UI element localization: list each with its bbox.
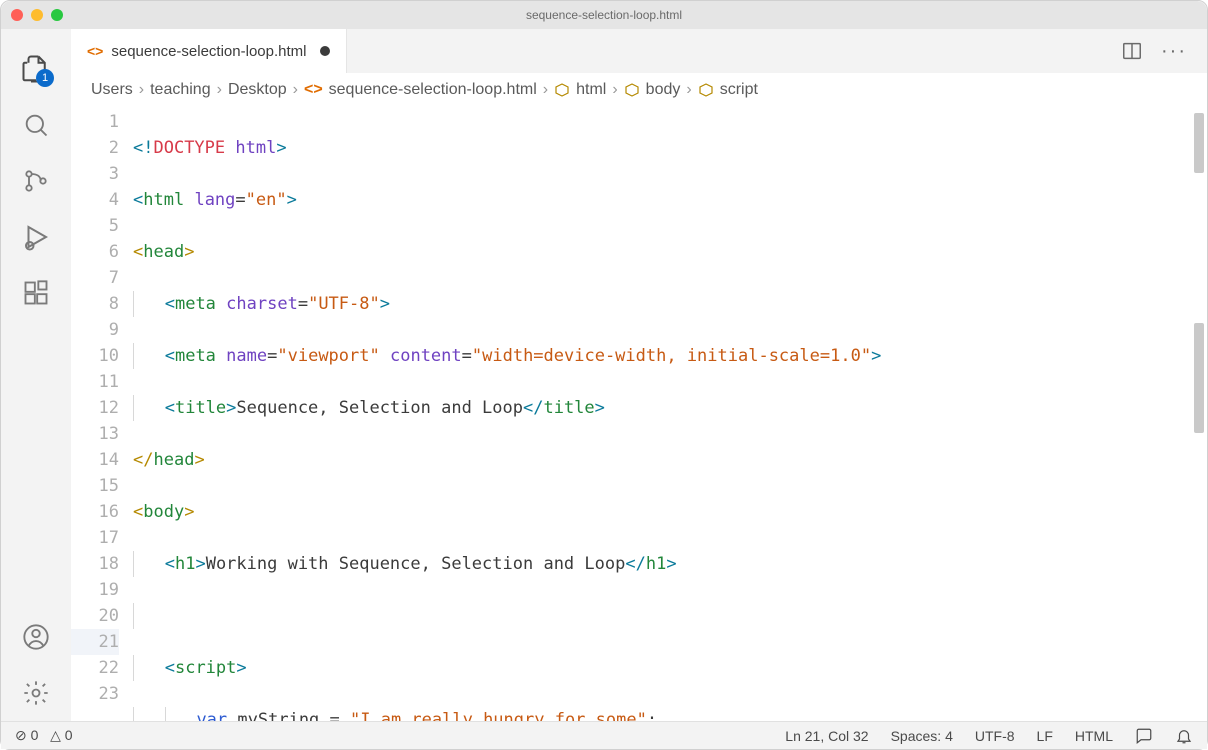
notifications-button[interactable]	[1175, 727, 1193, 745]
language-mode-button[interactable]: HTML	[1075, 728, 1113, 744]
breadcrumb-item[interactable]: Desktop	[228, 81, 287, 99]
breadcrumb-item[interactable]: Users	[91, 81, 133, 99]
chevron-right-icon: ›	[543, 81, 548, 99]
breadcrumbs[interactable]: Users › teaching › Desktop › <> sequence…	[71, 73, 1207, 107]
source-control-button[interactable]	[14, 159, 58, 203]
close-window-button[interactable]	[11, 9, 23, 21]
zoom-window-button[interactable]	[51, 9, 63, 21]
scrollbar-minimap[interactable]	[1191, 107, 1207, 721]
more-actions-button[interactable]: ···	[1161, 40, 1187, 63]
chevron-right-icon: ›	[293, 81, 298, 99]
status-bar: ⊘ 0 △ 0 Ln 21, Col 32 Spaces: 4 UTF-8 LF…	[1, 721, 1207, 749]
eol-button[interactable]: LF	[1037, 728, 1053, 744]
error-icon: ⊘	[15, 727, 27, 743]
editor-group: <> sequence-selection-loop.html ··· User…	[71, 29, 1207, 721]
problems-button[interactable]: ⊘ 0 △ 0	[15, 727, 73, 744]
tab-filename: sequence-selection-loop.html	[111, 43, 306, 60]
run-debug-button[interactable]	[14, 215, 58, 259]
breadcrumb-symbol[interactable]: body	[646, 81, 681, 99]
explorer-button[interactable]: 1	[14, 47, 58, 91]
indentation-button[interactable]: Spaces: 4	[891, 728, 953, 744]
main: 1 <> sequence-selection-loop.html	[1, 29, 1207, 721]
settings-button[interactable]	[14, 671, 58, 715]
split-editor-button[interactable]	[1121, 40, 1143, 62]
breadcrumb-item[interactable]: teaching	[150, 81, 211, 99]
code-area[interactable]: <!DOCTYPE html> <html lang="en"> <head> …	[133, 107, 1191, 721]
tab-bar: <> sequence-selection-loop.html ···	[71, 29, 1207, 73]
symbol-icon	[698, 82, 714, 98]
symbol-icon	[554, 82, 570, 98]
feedback-button[interactable]	[1135, 727, 1153, 745]
extensions-button[interactable]	[14, 271, 58, 315]
line-number-gutter: 1 2 3 4 5 6 7 8 9 10 11 12 13 14 15 16 1…	[71, 107, 133, 721]
encoding-button[interactable]: UTF-8	[975, 728, 1015, 744]
file-lang-icon: <>	[87, 43, 103, 59]
explorer-badge: 1	[36, 69, 54, 87]
chevron-right-icon: ›	[217, 81, 222, 99]
cursor-position[interactable]: Ln 21, Col 32	[785, 728, 868, 744]
symbol-icon	[624, 82, 640, 98]
breadcrumb-symbol[interactable]: html	[576, 81, 606, 99]
breadcrumb-file[interactable]: sequence-selection-loop.html	[329, 81, 537, 99]
search-button[interactable]	[14, 103, 58, 147]
editor-tab[interactable]: <> sequence-selection-loop.html	[71, 29, 347, 73]
minimize-window-button[interactable]	[31, 9, 43, 21]
activity-bar: 1	[1, 29, 71, 721]
text-editor[interactable]: 1 2 3 4 5 6 7 8 9 10 11 12 13 14 15 16 1…	[71, 107, 1207, 721]
chevron-right-icon: ›	[686, 81, 691, 99]
dirty-indicator-icon	[320, 46, 330, 56]
chevron-right-icon: ›	[139, 81, 144, 99]
file-icon: <>	[304, 81, 323, 99]
breadcrumb-symbol[interactable]: script	[720, 81, 758, 99]
titlebar: sequence-selection-loop.html	[1, 1, 1207, 29]
traffic-lights	[11, 9, 63, 21]
warning-icon: △	[50, 727, 61, 743]
accounts-button[interactable]	[14, 615, 58, 659]
window-title: sequence-selection-loop.html	[526, 8, 682, 22]
chevron-right-icon: ›	[612, 81, 617, 99]
